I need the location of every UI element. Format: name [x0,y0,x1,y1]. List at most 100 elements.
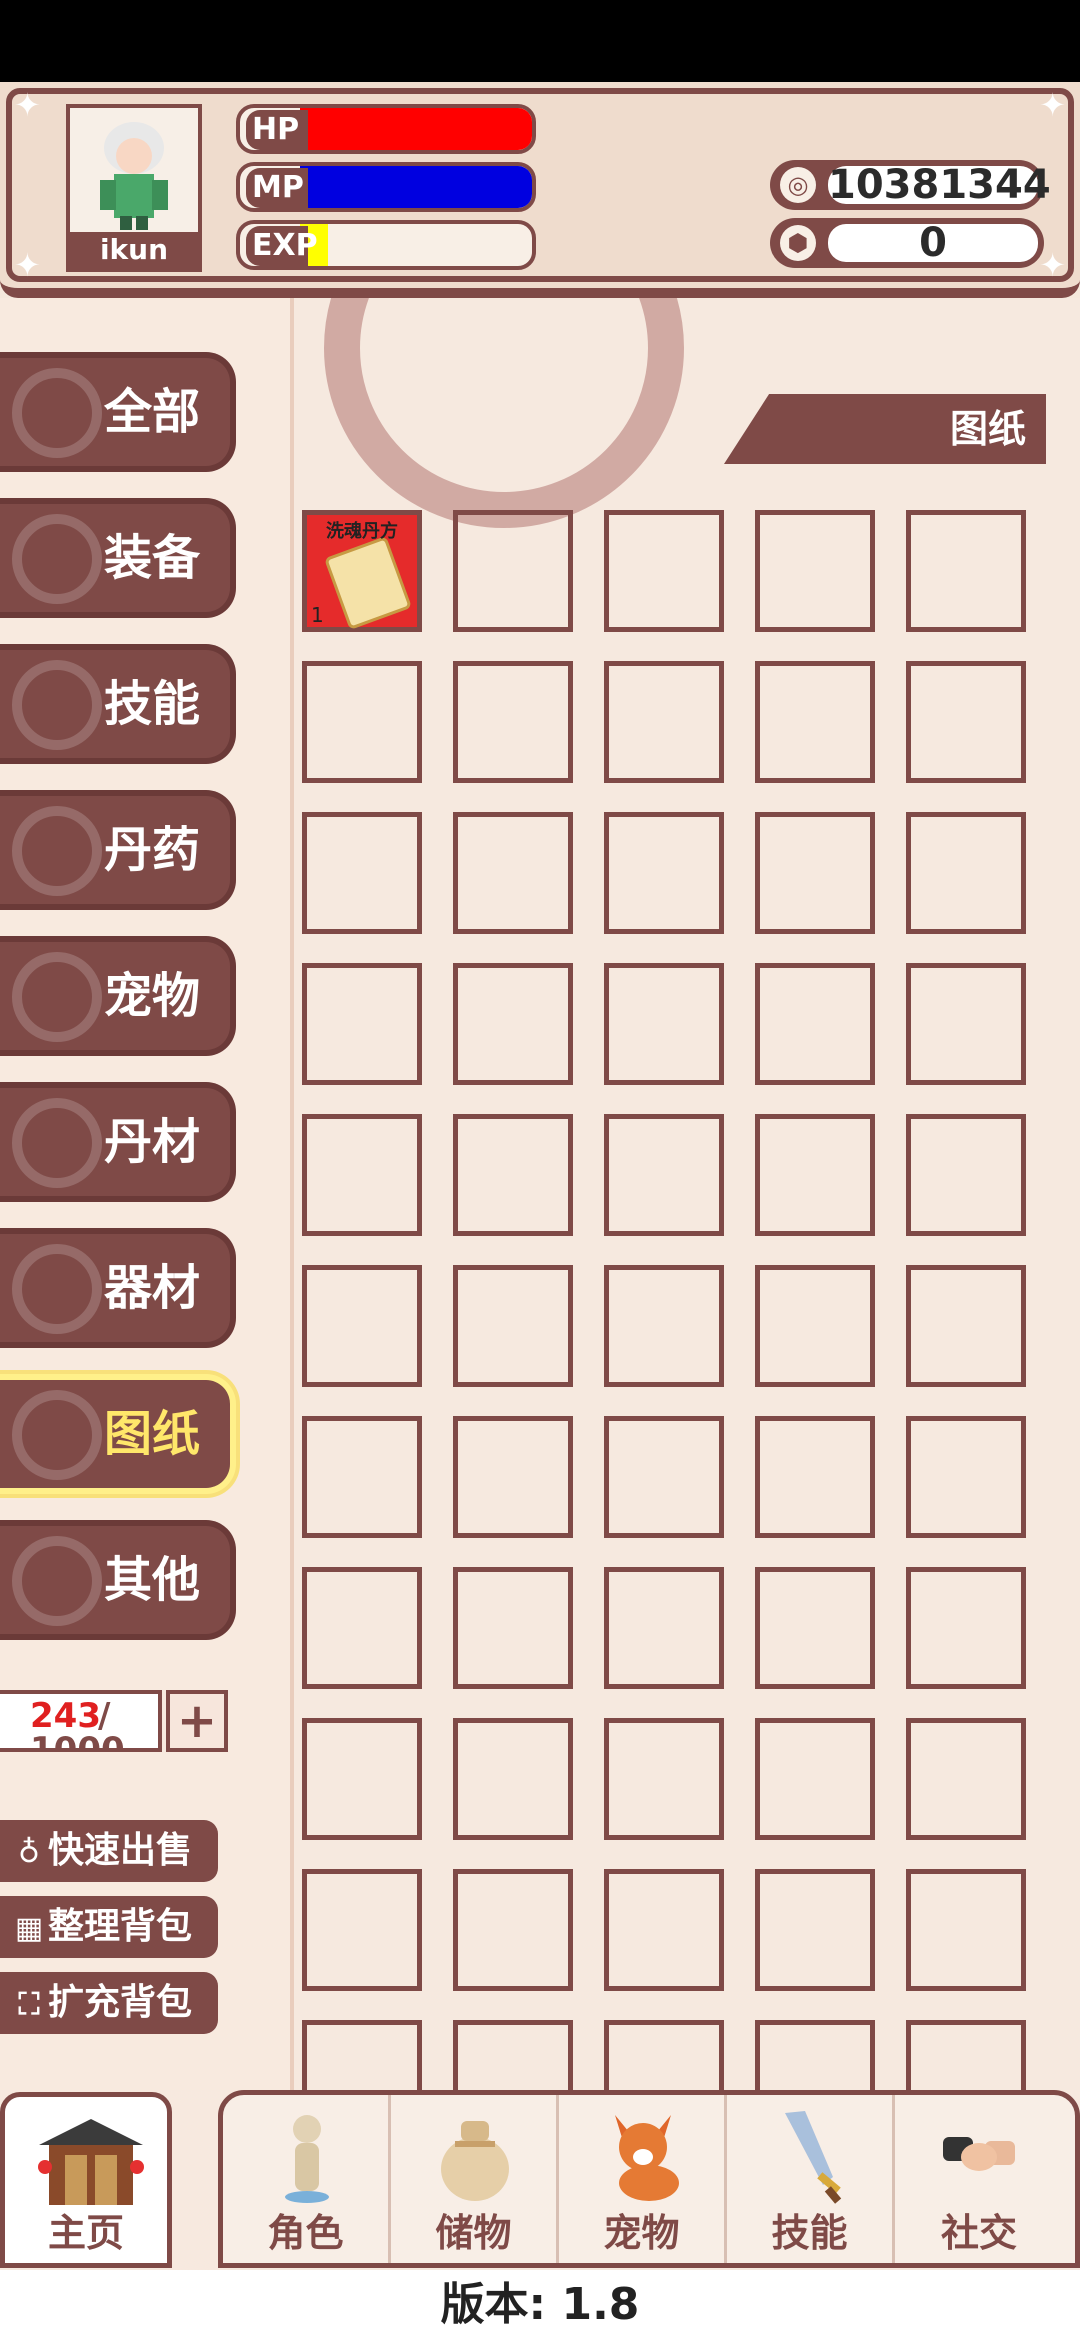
inventory-slot[interactable] [453,661,573,783]
sort-bag-button[interactable]: ▦ 整理背包 [0,1896,218,1958]
sidebar-item-label: 图纸 [103,1406,200,1462]
inventory-slot[interactable] [604,1416,724,1538]
sidebar-item-label: 其他 [103,1552,200,1608]
inventory-slot[interactable] [906,1869,1026,1991]
category-title-tab: 图纸 [724,394,1046,464]
inventory-slot[interactable] [302,812,422,934]
inventory-slot[interactable] [755,1567,875,1689]
tab-skills[interactable]: 技能 [727,2095,895,2263]
inventory-slot[interactable] [906,1416,1026,1538]
item-quantity: 1 [311,603,324,627]
home-button[interactable]: 主页 [0,2092,172,2268]
sort-bag-label: 整理背包 [48,1906,193,1947]
inventory-slot[interactable] [453,1265,573,1387]
sidebar-item-other[interactable]: 其他 [0,1520,236,1640]
exp-label: EXP [246,226,318,266]
inventory-slot[interactable] [302,1567,422,1689]
home-label: 主页 [47,2211,124,2255]
tab-label: 宠物 [603,2211,680,2255]
inventory-slot[interactable] [755,1265,875,1387]
inventory-slot[interactable] [755,812,875,934]
exp-bar: EXP [236,220,536,270]
inventory-slot[interactable] [453,1567,573,1689]
inventory-slot[interactable] [755,963,875,1085]
inventory-slot[interactable] [906,1114,1026,1236]
inventory-slot[interactable] [302,1718,422,1840]
hp-label: HP [246,110,308,150]
sidebar-item-pill-materials[interactable]: 丹材 [0,1082,236,1202]
inventory-slot[interactable] [906,510,1026,632]
inventory-slot[interactable] [755,1869,875,1991]
sidebar-item-pills[interactable]: 丹药 [0,790,236,910]
fox-icon [615,2115,679,2201]
tab-character[interactable]: 角色 [223,2095,391,2263]
inventory-slot[interactable] [906,1718,1026,1840]
sidebar-item-label: 器材 [103,1260,200,1316]
category-title: 图纸 [949,407,1026,451]
inventory-slot[interactable] [604,661,724,783]
inventory-slot[interactable] [453,1416,573,1538]
inventory-slot[interactable] [604,1718,724,1840]
inventory-slot[interactable] [755,1718,875,1840]
inventory-slot[interactable]: 洗魂丹方 1 [302,510,422,632]
sidebar-item-all[interactable]: 全部 [0,352,236,472]
coin-value: 10381344 [828,162,1051,208]
inventory-slot[interactable] [906,661,1026,783]
sidebar-item-skills[interactable]: 技能 [0,644,236,764]
inventory-slot[interactable] [302,963,422,1085]
inventory-slot[interactable] [302,1869,422,1991]
add-capacity-button[interactable]: + [166,1690,228,1752]
inventory-slot[interactable] [453,1114,573,1236]
inventory-slot[interactable] [604,1265,724,1387]
inventory-slot[interactable] [604,963,724,1085]
inventory-slot[interactable] [453,510,573,632]
expand-bag-button[interactable]: ⛶ 扩充背包 [0,1972,218,2034]
sidebar-item-label: 技能 [103,676,200,732]
inventory-slot[interactable] [604,1114,724,1236]
inventory-slot[interactable] [453,1718,573,1840]
gem-value: 0 [828,223,1038,263]
inventory-slot[interactable] [604,1567,724,1689]
tab-pets[interactable]: 宠物 [559,2095,727,2263]
hexagram-icon [12,806,102,896]
sword-icon [785,2111,842,2204]
tab-storage[interactable]: 储物 [391,2095,559,2263]
inventory-slot[interactable] [906,1567,1026,1689]
inventory-slot[interactable] [755,510,875,632]
inventory-slot[interactable] [302,1416,422,1538]
inventory-slot[interactable] [755,1114,875,1236]
sidebar-item-label: 全部 [103,384,200,440]
sidebar-item-blueprints[interactable]: 图纸 [0,1374,236,1494]
sidebar-item-craft-materials[interactable]: 器材 [0,1228,236,1348]
inventory-slot[interactable] [302,661,422,783]
inventory-slot[interactable] [906,963,1026,1085]
inventory-slot[interactable] [453,1869,573,1991]
quick-sell-label: 快速出售 [48,1830,193,1871]
inventory-slot[interactable] [604,812,724,934]
inventory-slot[interactable] [302,1114,422,1236]
inventory-slot[interactable] [906,1265,1026,1387]
inventory-slot[interactable] [604,510,724,632]
sidebar-item-equipment[interactable]: 装备 [0,498,236,618]
quick-sell-button[interactable]: ♁ 快速出售 [0,1820,218,1882]
hexagram-icon [12,514,102,604]
inventory-slot[interactable] [302,1265,422,1387]
tab-social[interactable]: 社交 [895,2095,1063,2263]
money-bag-icon: ♁ [18,1835,40,1870]
inventory-slot[interactable] [755,1416,875,1538]
storage-bag-icon [441,2121,509,2201]
corner-star-icon: ✦ [14,86,41,124]
coin-row: ◎ 10381344 [770,160,1051,210]
tab-label: 技能 [771,2211,848,2255]
inventory-slot[interactable] [604,1869,724,1991]
inventory-slot[interactable] [453,963,573,1085]
tab-label: 角色 [267,2211,344,2255]
currency-panel: ◎ 10381344 ⬢ 0 [770,160,1051,276]
inventory-slot[interactable] [906,812,1026,934]
inventory-slot[interactable] [755,661,875,783]
handshake-icon [943,2137,1015,2171]
sidebar-item-pets[interactable]: 宠物 [0,936,236,1056]
inventory-slot[interactable] [453,812,573,934]
avatar[interactable]: ikun [66,104,202,272]
bottom-navigation: 主页 角色 储物 宠物 技能 社交 [0,2090,1080,2270]
